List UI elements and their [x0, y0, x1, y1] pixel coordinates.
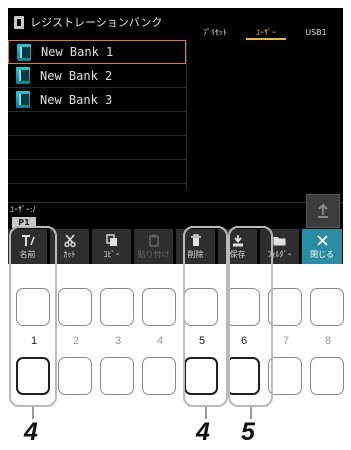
upper-button-2[interactable]	[58, 288, 92, 326]
up-arrow-icon	[318, 204, 328, 218]
button-number-4: 4	[156, 335, 164, 347]
lower-button-2[interactable]	[58, 357, 92, 395]
paste-icon	[148, 234, 160, 248]
step-callout-5: 5	[241, 418, 255, 446]
copy-button-label: ｺﾋﾟｰ	[103, 249, 120, 259]
hw-column-2: 2	[54, 270, 98, 410]
empty-row	[8, 160, 186, 184]
step-callout-4: 4	[24, 418, 38, 446]
bank-item-2[interactable]: New Bank 2	[8, 64, 186, 88]
bank-file-icon	[17, 43, 31, 61]
lower-button-8[interactable]	[310, 357, 344, 395]
lcd-screen: レジストレーションバンク ﾌﾟﾘｾｯﾄ ﾕｰｻﾞｰ USB1 New Bank …	[8, 8, 343, 264]
button-number-2: 2	[72, 335, 80, 347]
current-path: ﾕｰｻﾞｰ:/	[8, 202, 343, 216]
bank-label: New Bank 2	[40, 68, 113, 83]
button-number-8: 8	[324, 335, 332, 347]
hw-column-8: 8	[306, 270, 350, 410]
folder-icon	[273, 234, 286, 248]
tab-user[interactable]: ﾕｰｻﾞｰ	[246, 26, 286, 40]
registration-bank-icon	[14, 16, 24, 29]
upper-button-3[interactable]	[100, 288, 134, 326]
page-title: レジストレーションバンク	[30, 16, 163, 29]
hw-column-3: 3	[96, 270, 140, 410]
upper-button-8[interactable]	[310, 288, 344, 326]
button-number-3: 3	[114, 335, 122, 347]
close-button-label: 閉じる	[310, 249, 334, 259]
bank-file-icon	[16, 67, 30, 84]
lower-button-3[interactable]	[100, 357, 134, 395]
close-button[interactable]: 閉じる	[302, 229, 343, 264]
paste-button[interactable]: 貼り付け	[134, 229, 174, 264]
hw-column-4: 4	[138, 270, 182, 410]
empty-row	[8, 136, 186, 160]
bank-item-3[interactable]: New Bank 3	[8, 88, 186, 112]
lower-button-7[interactable]	[268, 357, 302, 395]
scissors-icon	[63, 234, 76, 248]
title-bar: レジストレーションバンク ﾌﾟﾘｾｯﾄ ﾕｰｻﾞｰ USB1	[8, 8, 343, 40]
bank-file-icon	[16, 91, 30, 108]
tab-preset[interactable]: ﾌﾟﾘｾｯﾄ	[194, 26, 236, 40]
tab-usb1[interactable]: USB1	[296, 26, 336, 40]
folder-up-button[interactable]	[306, 194, 340, 228]
upper-button-4[interactable]	[142, 288, 176, 326]
step-callout-4: 4	[196, 418, 210, 446]
callout-box-button-6	[228, 226, 273, 407]
bank-label: New Bank 1	[41, 45, 114, 59]
function-bar: 名前 ｶｯﾄ ｺﾋﾟｰ 貼り付け 削除 保存 ﾌｫﾙﾀﾞｰ 閉じる	[8, 229, 343, 264]
empty-row	[8, 112, 186, 136]
bank-list: New Bank 1 New Bank 2 New Bank 3	[8, 40, 343, 190]
bank-item-1[interactable]: New Bank 1	[8, 40, 186, 64]
copy-button[interactable]: ｺﾋﾟｰ	[92, 229, 132, 264]
close-icon	[316, 234, 328, 248]
callout-box-button-1	[9, 226, 57, 407]
bank-label: New Bank 3	[40, 92, 113, 107]
callout-box-button-5	[183, 226, 228, 407]
cut-button-label: ｶｯﾄ	[63, 249, 76, 259]
paste-button-label: 貼り付け	[137, 249, 170, 259]
upper-button-7[interactable]	[268, 288, 302, 326]
lower-button-4[interactable]	[142, 357, 176, 395]
copy-icon	[105, 234, 118, 248]
